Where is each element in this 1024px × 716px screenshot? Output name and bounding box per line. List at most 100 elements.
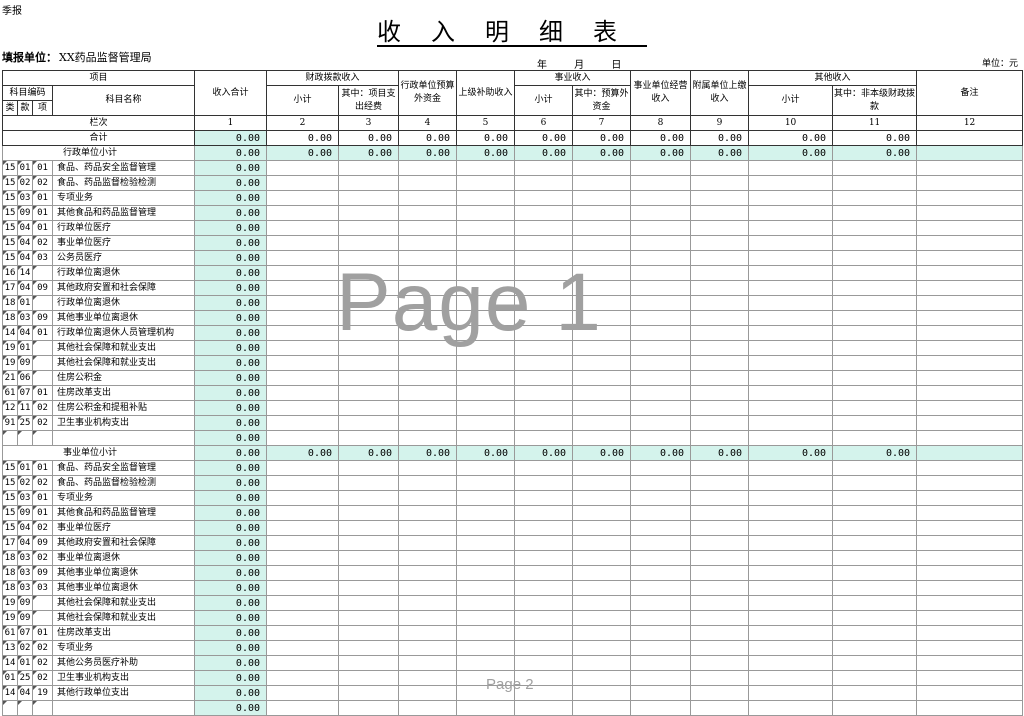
xiang-code: 02 — [32, 655, 53, 671]
empty-cell — [630, 175, 692, 191]
empty-cell — [690, 400, 750, 416]
empty-cell — [338, 340, 400, 356]
subject-name: 卫生事业机构支出 — [51, 415, 196, 431]
empty-cell — [916, 160, 1024, 176]
empty-cell — [456, 415, 516, 431]
income-total-cell: 0.00 — [194, 460, 268, 476]
empty-cell — [690, 625, 750, 641]
empty-cell — [630, 430, 692, 446]
table-row: 15 04 02 事业单位医疗 0.00 — [2, 520, 1024, 536]
empty-cell — [690, 490, 750, 506]
empty-cell — [690, 685, 750, 701]
table-row: 15 02 02 食品、药品监督检验检测 0.00 — [2, 475, 1024, 491]
xiang-code — [32, 430, 53, 446]
empty-cell — [572, 250, 632, 266]
subtotal-value: 0.00 — [630, 445, 692, 461]
subject-name: 事业单位离退休 — [51, 550, 196, 566]
subject-name: 住房公积金 — [51, 370, 196, 386]
section-title: 行政单位小计 — [1, 145, 196, 161]
table-row: 15 04 01 行政单位医疗 0.00 — [2, 220, 1024, 236]
income-total-cell: 0.00 — [194, 370, 268, 386]
empty-cell — [572, 415, 632, 431]
empty-cell — [832, 280, 918, 296]
subtotal-value: 0.00 — [748, 145, 834, 161]
empty-cell — [514, 550, 574, 566]
other-nonlocal-header: 其中：非本级财政拨款 — [832, 85, 918, 116]
empty-cell — [690, 250, 750, 266]
empty-cell — [832, 505, 918, 521]
empty-cell — [572, 355, 632, 371]
empty-cell — [456, 280, 516, 296]
kuan-code: 09 — [17, 355, 33, 371]
empty-cell — [398, 535, 458, 551]
empty-cell — [690, 595, 750, 611]
lei-code: 01 — [2, 670, 18, 686]
total-value: 0.00 — [338, 130, 400, 146]
empty-cell — [514, 505, 574, 521]
lei-code: 19 — [2, 340, 18, 356]
empty-cell — [514, 655, 574, 671]
empty-cell — [338, 565, 400, 581]
empty-cell — [630, 520, 692, 536]
subject-name: 其他事业单位离退休 — [51, 580, 196, 596]
lei-code: 15 — [2, 490, 18, 506]
kuan-code: 07 — [17, 385, 33, 401]
subject-name: 其他社会保障和就业支出 — [51, 610, 196, 626]
lei-code: 17 — [2, 280, 18, 296]
empty-cell — [748, 415, 834, 431]
subject-name — [51, 430, 196, 446]
subject-name: 行政单位离退休人员管理机构 — [51, 325, 196, 341]
table-row: 21 06 住房公积金 0.00 — [2, 370, 1024, 386]
empty-cell — [338, 520, 400, 536]
empty-cell — [748, 565, 834, 581]
lei-code — [2, 430, 18, 446]
empty-cell — [690, 430, 750, 446]
subject-name: 食品、药品监督检验检测 — [51, 475, 196, 491]
empty-cell — [398, 460, 458, 476]
empty-cell — [572, 505, 632, 521]
empty-cell — [338, 655, 400, 671]
empty-cell — [514, 670, 574, 686]
empty-cell — [398, 655, 458, 671]
income-total-cell: 0.00 — [194, 610, 268, 626]
business-header: 事业收入 — [514, 70, 632, 86]
empty-cell — [916, 595, 1024, 611]
subject-name: 行政单位医疗 — [51, 220, 196, 236]
table-row: 19 09 其他社会保障和就业支出 0.00 — [2, 355, 1024, 371]
lei-code: 15 — [2, 205, 18, 221]
table-row: 16 14 行政单位离退休 0.00 — [2, 265, 1024, 281]
subject-name: 其他社会保障和就业支出 — [51, 340, 196, 356]
xiang-code: 01 — [32, 460, 53, 476]
empty-cell — [456, 325, 516, 341]
empty-cell — [572, 175, 632, 191]
empty-cell — [338, 550, 400, 566]
income-total-cell: 0.00 — [194, 205, 268, 221]
kuan-code: 01 — [17, 655, 33, 671]
subtotal-value: 0.00 — [338, 145, 400, 161]
subtotal-value: 0.00 — [572, 145, 632, 161]
empty-cell — [456, 700, 516, 716]
empty-cell — [456, 460, 516, 476]
empty-cell — [398, 700, 458, 716]
lei-header: 类 — [2, 100, 18, 116]
xiang-code — [32, 700, 53, 716]
lei-code: 18 — [2, 565, 18, 581]
lei-code: 14 — [2, 325, 18, 341]
empty-cell — [572, 205, 632, 221]
kuan-code: 03 — [17, 580, 33, 596]
empty-cell — [572, 520, 632, 536]
income-total-header: 收入合计 — [194, 70, 268, 116]
empty-cell — [266, 475, 340, 491]
xiang-code: 01 — [32, 325, 53, 341]
empty-cell — [456, 295, 516, 311]
table-row: 15 09 01 其他食品和药品监督管理 0.00 — [2, 505, 1024, 521]
column-number: 1 — [194, 115, 268, 131]
empty-cell — [690, 535, 750, 551]
empty-cell — [748, 280, 834, 296]
remark-header: 备注 — [916, 70, 1024, 116]
empty-cell — [456, 190, 516, 206]
empty-cell — [338, 505, 400, 521]
empty-cell — [266, 700, 340, 716]
empty-cell — [690, 280, 750, 296]
xiang-code: 01 — [32, 490, 53, 506]
